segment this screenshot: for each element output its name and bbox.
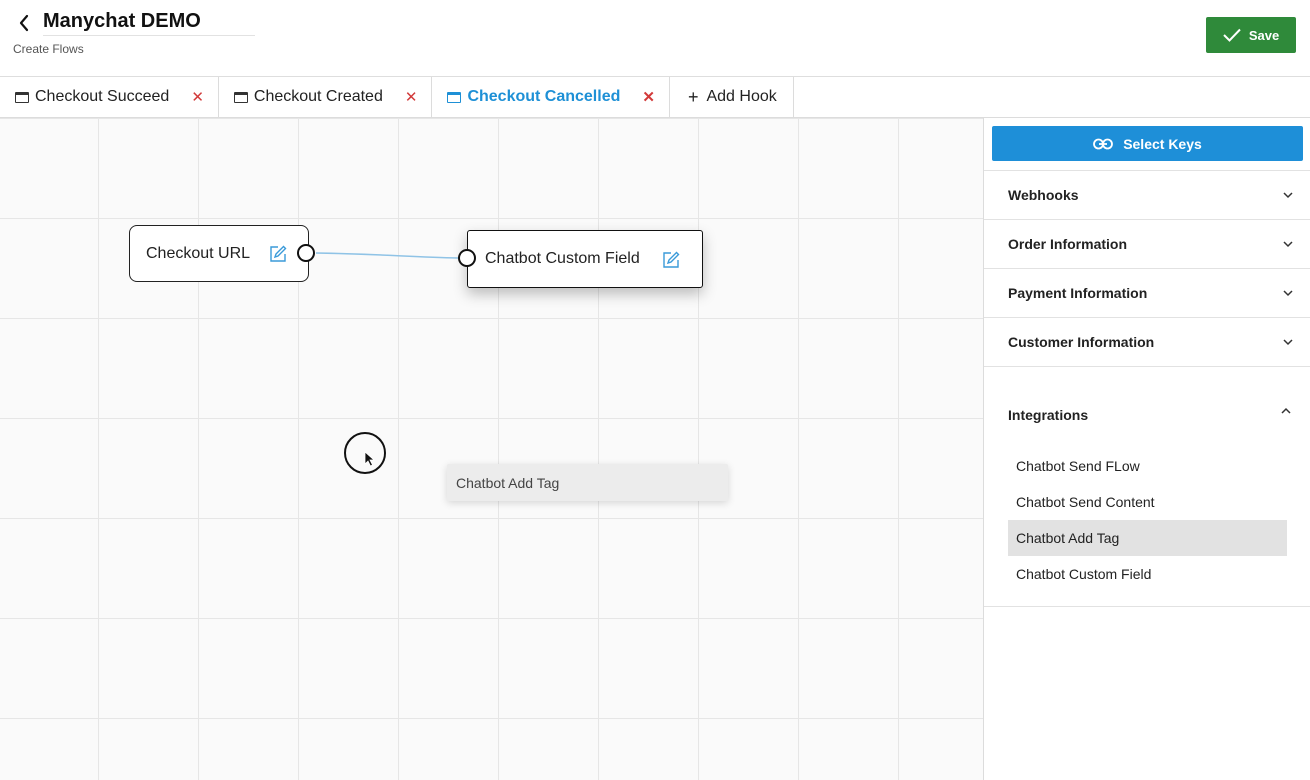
window-icon [15,91,29,103]
chevron-up-icon[interactable] [1280,405,1292,417]
chevron-left-icon [19,14,29,32]
tab-checkout-succeed[interactable]: Checkout Succeed ✕ [0,77,219,117]
section-label: Customer Information [1008,334,1155,350]
node-checkout-url[interactable]: Checkout URL [129,225,309,282]
integration-item-add-tag[interactable]: Chatbot Add Tag [1008,520,1287,556]
plus-icon: + [687,86,699,107]
section-payment-information[interactable]: Payment Information [984,268,1310,317]
app-header: Manychat DEMO Create Flows Save [0,0,1310,77]
link-icon [1093,138,1114,149]
drag-ghost-chatbot-add-tag: Chatbot Add Tag [447,464,728,501]
section-label[interactable]: Integrations [1008,407,1088,423]
save-button-label: Save [1248,27,1280,43]
page-subtitle: Create Flows [13,42,84,56]
tab-checkout-cancelled[interactable]: Checkout Cancelled ✕ [432,77,670,117]
node-label: Checkout URL [146,244,251,262]
section-label: Webhooks [1008,187,1079,203]
close-icon[interactable]: ✕ [642,88,655,106]
node-chatbot-custom-field[interactable]: Chatbot Custom Field [467,230,703,288]
hook-tabs: Checkout Succeed ✕ Checkout Created ✕ Ch… [0,77,1310,118]
tab-label: Checkout Cancelled [467,88,621,105]
node-output-port[interactable] [297,244,315,262]
window-icon [233,91,248,103]
keys-sidebar: Select Keys Webhooks Order Information P… [984,118,1310,780]
save-button[interactable]: Save [1206,17,1296,53]
edit-icon[interactable] [269,245,287,263]
tab-label: Checkout Created [253,88,383,105]
section-integrations: Integrations Chatbot Send FLow Chatbot S… [984,366,1310,607]
connector-line [315,252,459,259]
cursor-arrow-icon [364,451,376,467]
tab-label: Checkout Succeed [35,88,170,105]
section-webhooks[interactable]: Webhooks [984,170,1310,219]
edit-icon[interactable] [662,251,680,269]
title-underline [43,35,255,36]
section-customer-information[interactable]: Customer Information [984,317,1310,366]
tab-label: Add Hook [706,88,777,105]
node-input-port[interactable] [458,249,476,267]
close-icon[interactable]: ✕ [405,88,418,106]
select-keys-button[interactable]: Select Keys [992,126,1303,161]
chevron-down-icon [1283,192,1293,199]
window-icon [447,91,462,103]
integration-item-custom-field[interactable]: Chatbot Custom Field [1008,556,1287,592]
cursor-highlight [344,432,386,474]
section-label: Payment Information [1008,285,1148,301]
chevron-down-icon [1283,290,1293,297]
check-icon [1223,28,1241,42]
node-label: Chatbot Custom Field [485,250,640,267]
add-hook-button[interactable]: + Add Hook [670,77,794,117]
tab-checkout-created[interactable]: Checkout Created ✕ [219,77,433,117]
section-order-information[interactable]: Order Information [984,219,1310,268]
integration-item-send-flow[interactable]: Chatbot Send FLow [1008,448,1287,484]
back-button[interactable] [14,12,36,34]
chevron-down-icon [1283,241,1293,248]
section-label: Order Information [1008,236,1128,252]
flow-canvas[interactable]: Checkout URL Chatbot Custom Field Chatbo… [0,118,984,780]
integration-item-send-content[interactable]: Chatbot Send Content [1008,484,1287,520]
select-keys-label: Select Keys [1123,135,1202,152]
page-title[interactable]: Manychat DEMO [43,10,201,33]
close-icon[interactable]: ✕ [191,88,204,106]
chevron-down-icon [1283,339,1293,346]
